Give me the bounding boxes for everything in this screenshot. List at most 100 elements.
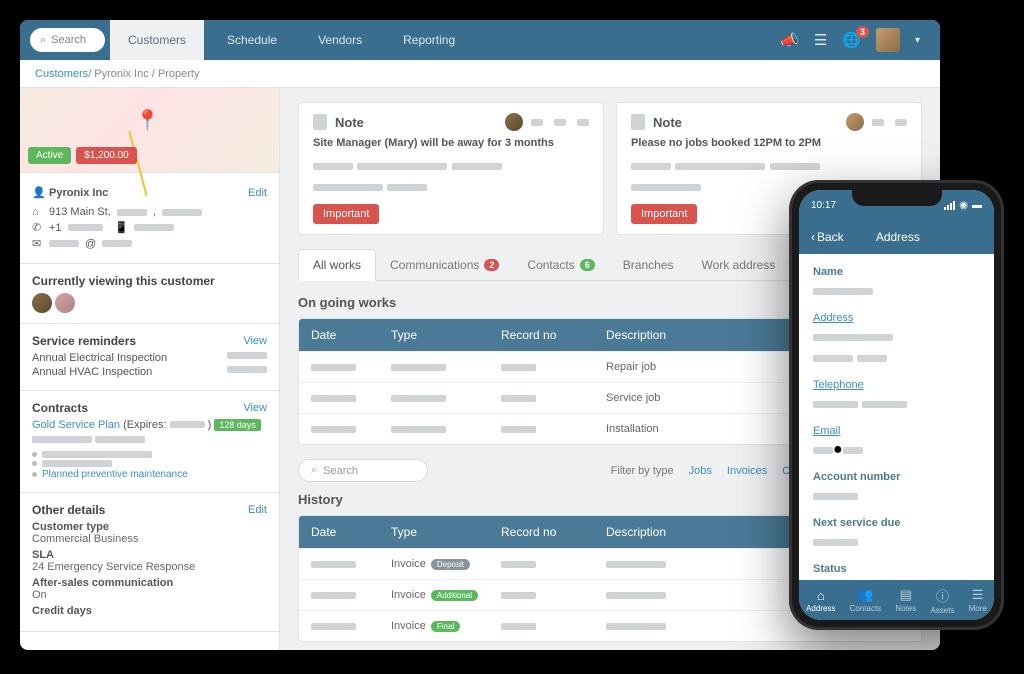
signal-icon: [944, 201, 955, 210]
field-label: Next service due: [813, 517, 980, 529]
field-label: Name: [813, 266, 980, 278]
breadcrumb-root[interactable]: Customers: [35, 68, 88, 80]
column-header[interactable]: Record no: [489, 319, 594, 351]
edit-customer-link[interactable]: Edit: [248, 187, 267, 199]
contracts-title: Contracts: [32, 401, 88, 415]
phone-bottom-nav: ⌂Address 👥Contacts ▤Notes ⓘAssets ☰More: [799, 580, 994, 620]
detail-label: Customer type: [32, 521, 267, 533]
column-header[interactable]: Type: [379, 319, 489, 351]
phone-nav-address[interactable]: ⌂Address: [806, 588, 835, 613]
column-header[interactable]: Description: [594, 319, 801, 351]
nav-tab-customers[interactable]: Customers: [110, 20, 204, 60]
contract-plan-link[interactable]: Gold Service Plan: [32, 419, 120, 431]
column-header[interactable]: Description: [594, 516, 801, 548]
filter-invoices[interactable]: Invoices: [727, 465, 767, 477]
wifi-icon: ◉: [959, 200, 968, 211]
contract-expires: (Expires:: [123, 419, 166, 431]
detail-value: On: [32, 589, 267, 601]
phone-page-title: Address: [814, 230, 982, 244]
reminders-section: Service reminders View Annual Electrical…: [20, 324, 279, 391]
ppm-link[interactable]: Planned preventive maintenance: [42, 469, 188, 480]
note-icon: ▤: [900, 587, 912, 603]
search-placeholder: Search: [51, 34, 86, 46]
phone-nav-contacts[interactable]: 👥Contacts: [850, 587, 882, 613]
tab-communications[interactable]: Communications2: [376, 249, 513, 280]
view-reminders-link[interactable]: View: [243, 335, 267, 347]
megaphone-icon[interactable]: 📣: [780, 31, 799, 49]
breadcrumb: Customers / Pyronix Inc / Property: [20, 60, 940, 88]
column-header[interactable]: Type: [379, 516, 489, 548]
phone-mockup: 10:17 ◉ ▬ ‹Back Address Name Address Tel…: [789, 180, 1004, 630]
reminder-item: Annual HVAC Inspection: [32, 366, 152, 378]
user-avatar[interactable]: [876, 28, 900, 52]
tab-work-address[interactable]: Work address: [687, 249, 789, 280]
customer-address: 913 Main St,: [49, 206, 111, 218]
field-label: Account number: [813, 471, 980, 483]
note-title: Note: [653, 115, 682, 130]
other-title: Other details: [32, 503, 105, 517]
detail-label: Credit days: [32, 605, 267, 617]
customer-phone: +1: [49, 222, 62, 234]
chevron-down-icon[interactable]: ▾: [915, 35, 920, 46]
global-search-input[interactable]: ⌕ Search: [30, 28, 105, 52]
nav-tab-vendors[interactable]: Vendors: [300, 20, 380, 60]
nav-tab-schedule[interactable]: Schedule: [209, 20, 295, 60]
column-header[interactable]: Date: [299, 319, 379, 351]
tab-contacts[interactable]: Contacts6: [513, 249, 608, 280]
note-body: Site Manager (Mary) will be away for 3 m…: [313, 137, 589, 149]
important-tag[interactable]: Important: [313, 204, 379, 224]
phone-icon: ✆: [32, 221, 43, 234]
status-badge: Active: [28, 147, 71, 164]
row-type: Invoice: [391, 620, 426, 632]
notification-badge: 3: [856, 26, 869, 38]
edit-other-link[interactable]: Edit: [248, 504, 267, 516]
note-card: Note Site Manager (Mary) will be away fo…: [298, 102, 604, 235]
important-tag[interactable]: Important: [631, 204, 697, 224]
person-icon: 👤: [32, 186, 43, 199]
field-link-label[interactable]: Email: [813, 425, 980, 437]
reminder-item: Annual Electrical Inspection: [32, 352, 167, 364]
tab-branches[interactable]: Branches: [609, 249, 688, 280]
tab-all-works[interactable]: All works: [298, 249, 376, 281]
phone-time: 10:17: [811, 200, 836, 211]
history-search-input[interactable]: ⌕Search: [298, 459, 428, 482]
breadcrumb-path: / Pyronix Inc / Property: [88, 68, 199, 80]
viewer-avatar: [32, 293, 52, 313]
phone-nav-assets[interactable]: ⓘAssets: [930, 586, 954, 615]
search-icon: ⌕: [40, 34, 46, 47]
phone-nav-notes[interactable]: ▤Notes: [895, 587, 916, 613]
view-contracts-link[interactable]: View: [243, 402, 267, 414]
detail-label: SLA: [32, 549, 267, 561]
viewing-section: Currently viewing this customer: [20, 264, 279, 324]
column-header[interactable]: Record no: [489, 516, 594, 548]
viewing-title: Currently viewing this customer: [32, 274, 267, 288]
filter-label: Filter by type: [611, 465, 674, 477]
note-author-avatar: [505, 113, 523, 131]
contracts-section: Contracts View Gold Service Plan (Expire…: [20, 391, 279, 493]
phone-notch: [852, 190, 942, 206]
map-pin-icon: 📍: [135, 108, 160, 133]
globe-icon[interactable]: 🌐3: [842, 31, 861, 49]
home-icon: ⌂: [32, 206, 43, 218]
phone-nav-more[interactable]: ☰More: [969, 587, 987, 613]
reminders-title: Service reminders: [32, 334, 136, 348]
row-type: Invoice: [391, 589, 426, 601]
field-link-label[interactable]: Telephone: [813, 379, 980, 391]
menu-icon: ☰: [972, 587, 984, 603]
filter-jobs[interactable]: Jobs: [689, 465, 712, 477]
count-badge: 2: [484, 259, 499, 271]
field-link-label[interactable]: Address: [813, 312, 980, 324]
list-icon[interactable]: ☰: [814, 31, 827, 49]
nav-tab-reporting[interactable]: Reporting: [385, 20, 473, 60]
top-navbar: ⌕ Search Customers Schedule Vendors Repo…: [20, 20, 940, 60]
customer-name: Pyronix Inc: [49, 187, 108, 199]
column-header[interactable]: Date: [299, 516, 379, 548]
amount-badge: $1,200.00: [76, 147, 137, 164]
customer-map[interactable]: 📍 Active $1,200.00: [20, 88, 279, 173]
note-icon: [313, 114, 327, 130]
field-label: Status: [813, 563, 980, 575]
home-icon: ⌂: [817, 588, 825, 603]
info-icon: ⓘ: [936, 586, 949, 605]
row-type: Invoice: [391, 558, 426, 570]
count-badge: 6: [580, 259, 595, 271]
